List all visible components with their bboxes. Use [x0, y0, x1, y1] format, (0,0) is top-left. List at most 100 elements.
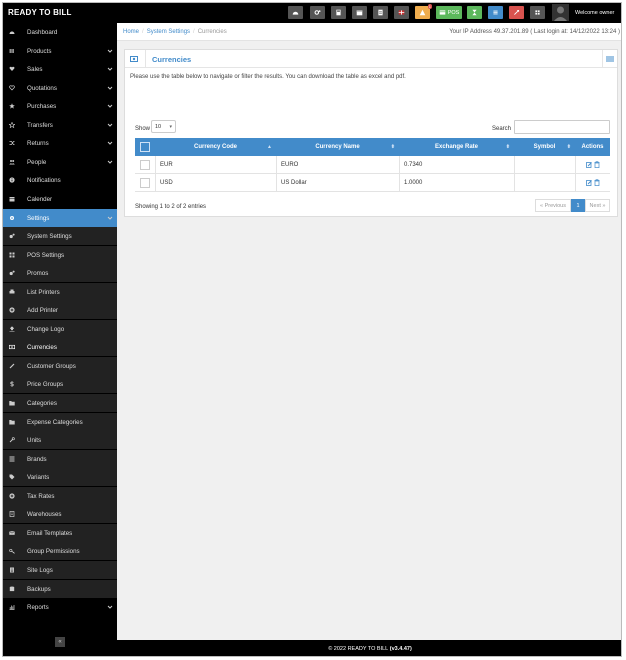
sidebar-item-customer-groups[interactable]: Customer Groups [3, 356, 117, 375]
barcode-icon [9, 48, 15, 54]
sidebar-item-settings[interactable]: Settings [3, 208, 117, 227]
column-symbol-label: Symbol [533, 144, 556, 150]
sidebar-item-expense-categories[interactable]: Expense Categories [3, 412, 117, 431]
alerts-button[interactable]: 1 [415, 4, 432, 19]
sidebar-item-calender[interactable]: Calender [3, 190, 117, 208]
search-input[interactable] [514, 120, 610, 134]
chevron-down-icon [107, 604, 113, 610]
panel-header: Currencies [125, 50, 617, 68]
calendar-button[interactable] [352, 6, 367, 19]
sidebar-item-promos[interactable]: Promos [3, 264, 117, 283]
dashboard-button[interactable] [288, 6, 303, 19]
notes-button[interactable] [373, 6, 388, 19]
sidebar-item-backups[interactable]: Backups [3, 579, 117, 598]
sidebar-item-email-templates[interactable]: Email Templates [3, 523, 117, 542]
sidebar-item-sales[interactable]: Sales [3, 60, 117, 78]
sidebar-item-reports[interactable]: Reports [3, 598, 117, 616]
entries-length-select[interactable]: 10 ▾ [151, 120, 176, 133]
footer: © 2022 READY TO BILL (v3.4.47) [117, 640, 621, 656]
sidebar-item-currencies[interactable]: Currencies [3, 338, 117, 357]
breadcrumb-home-link[interactable]: Home [123, 29, 139, 35]
delete-icon[interactable] [594, 179, 600, 186]
breadcrumb-system-settings-link[interactable]: System Settings [147, 29, 190, 35]
row-checkbox[interactable] [140, 160, 150, 170]
welcome-text[interactable]: Welcome owner [575, 10, 614, 16]
sidebar-item-label: Transfers [27, 121, 53, 129]
column-code-label: Currency Code [193, 144, 237, 150]
sidebar-item-brands[interactable]: Brands [3, 449, 117, 468]
sidebar-item-tax-rates[interactable]: Tax Rates [3, 486, 117, 505]
sort-icon: ⬍ [505, 144, 510, 150]
chevron-down-icon [107, 48, 113, 54]
brand-logo[interactable]: READY TO BILL [8, 8, 72, 17]
sidebar-item-label: Backups [27, 585, 51, 593]
settings-icon [314, 10, 321, 15]
sidebar-item-label: POS Settings [27, 251, 65, 259]
table-row[interactable]: EUR EURO 0.7340 [135, 156, 610, 174]
sidebar-item-people[interactable]: People [3, 153, 117, 171]
page-title: Currencies [152, 55, 192, 64]
select-all-checkbox[interactable] [140, 142, 150, 152]
sidebar-item-transfers[interactable]: Transfers [3, 116, 117, 134]
key-icon [9, 548, 15, 555]
sidebar-item-label: Site Logs [27, 566, 53, 574]
edit-icon[interactable] [586, 179, 592, 186]
sidebar-item-add-printer[interactable]: Add Printer [3, 301, 117, 320]
sidebar-item-units[interactable]: Units [3, 431, 117, 450]
sidebar-item-returns[interactable]: Returns [3, 134, 117, 152]
grid-button[interactable] [530, 6, 545, 19]
top-bar: READY TO BILL 1 POS Welcome owner [3, 3, 621, 23]
page-1-button[interactable]: 1 [571, 199, 585, 212]
column-header-symbol[interactable]: Symbol ⬍ [514, 138, 575, 156]
column-header-rate[interactable]: Exchange Rate ⬍ [399, 138, 514, 156]
sidebar-item-label: Categories [27, 400, 57, 407]
sidebar-item-products[interactable]: Products [3, 42, 117, 60]
chevron-down-icon [107, 215, 113, 221]
hourglass-icon [472, 9, 477, 16]
sidebar-item-label: Expense Categories [27, 418, 83, 426]
building-icon [9, 511, 15, 518]
sidebar-item-group-permissions[interactable]: Group Permissions [3, 542, 117, 561]
list-button[interactable] [488, 6, 503, 19]
sidebar-item-pos-settings[interactable]: POS Settings [3, 245, 117, 264]
previous-page-button[interactable]: « Previous [535, 199, 571, 212]
row-checkbox[interactable] [140, 178, 150, 188]
sidebar-item-categories[interactable]: Categories [3, 394, 117, 412]
sidebar-item-variants[interactable]: Variants [3, 468, 117, 487]
language-button[interactable] [394, 6, 409, 19]
sidebar-item-price-groups[interactable]: Price Groups [3, 375, 117, 394]
pos-button[interactable]: POS [436, 6, 462, 19]
column-header-code[interactable]: Currency Code ▲ [155, 138, 276, 156]
footer-text: © 2022 READY TO BILL [328, 646, 389, 652]
tags-icon [9, 474, 15, 480]
settings-button[interactable] [310, 6, 325, 19]
sidebar-item-list-printers[interactable]: List Printers [3, 282, 117, 301]
alert-icon [419, 9, 426, 16]
calendar-icon [9, 196, 15, 202]
cell-rate: 0.7340 [399, 156, 514, 174]
next-page-button[interactable]: Next » [585, 199, 610, 212]
sidebar-item-notifications[interactable]: Notifications [3, 171, 117, 189]
heart-icon [9, 66, 15, 72]
column-header-name[interactable]: Currency Name ⬍ [276, 138, 399, 156]
cell-name: US Dollar [276, 174, 399, 192]
delete-icon[interactable] [594, 161, 600, 168]
rocket-button[interactable] [509, 6, 524, 19]
sidebar-item-system-settings[interactable]: System Settings [3, 227, 117, 246]
header-divider-right [602, 50, 603, 68]
avatar[interactable] [552, 4, 569, 21]
table-info: Showing 1 to 2 of 2 entries [135, 204, 207, 210]
sidebar-collapse-button[interactable]: « [55, 637, 65, 647]
sidebar-item-site-logs[interactable]: Site Logs [3, 560, 117, 579]
sidebar-item-warehouses[interactable]: Warehouses [3, 505, 117, 524]
sidebar-item-dashboard[interactable]: Dashboard [3, 23, 117, 41]
table-row[interactable]: USD US Dollar 1.0000 [135, 174, 610, 192]
sidebar-item-change-logo[interactable]: Change Logo [3, 319, 117, 338]
sidebar-item-quotations[interactable]: Quotations [3, 79, 117, 97]
register-button[interactable] [467, 6, 482, 19]
sidebar-item-purchases[interactable]: Purchases [3, 97, 117, 115]
edit-icon[interactable] [586, 161, 592, 168]
calculator-button[interactable] [331, 6, 346, 19]
alerts-badge: 1 [427, 4, 432, 9]
tools-menu-icon[interactable] [606, 56, 614, 62]
